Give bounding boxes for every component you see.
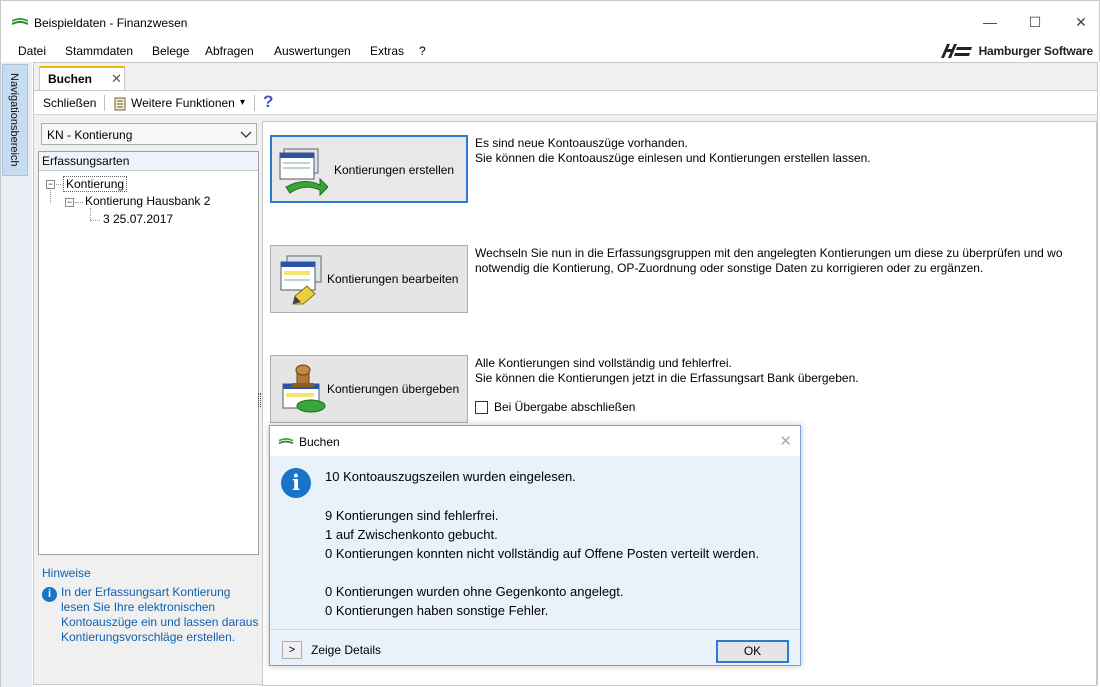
dialog-line: 1 auf Zwischenkonto gebucht. bbox=[325, 527, 498, 542]
tree-connector bbox=[90, 220, 100, 221]
dialog-headline: 10 Kontoauszugszeilen wurden eingelesen. bbox=[325, 469, 576, 484]
combo-value: KN - Kontierung bbox=[47, 128, 133, 142]
left-panel: KN - Kontierung Erfassungsarten − Kontie… bbox=[38, 121, 260, 686]
panel-splitter[interactable] bbox=[258, 393, 261, 407]
create-postings-button[interactable]: Kontierungen erstellen bbox=[270, 135, 468, 203]
scroll-functions-icon bbox=[114, 97, 126, 111]
minimize-button[interactable]: — bbox=[976, 11, 1004, 33]
menu-datei[interactable]: Datei bbox=[18, 44, 46, 58]
menu-belege[interactable]: Belege bbox=[152, 44, 189, 58]
edit-postings-label: Kontierungen bearbeiten bbox=[327, 272, 459, 286]
transfer-postings-desc-2: Sie können die Kontierungen jetzt in die… bbox=[475, 371, 859, 385]
title-bar: Beispieldaten - Finanzwesen — ☐ ✕ bbox=[0, 0, 1100, 40]
collapse-kontierung-icon[interactable]: − bbox=[46, 180, 55, 189]
create-postings-icon bbox=[279, 148, 328, 197]
tree-view: Erfassungsarten − Kontierung − Kontierun… bbox=[38, 151, 259, 555]
close-on-transfer-label: Bei Übergabe abschließen bbox=[494, 400, 636, 414]
close-on-transfer-option[interactable]: Bei Übergabe abschließen bbox=[475, 400, 635, 414]
dialog-line: 9 Kontierungen sind fehlerfrei. bbox=[325, 508, 499, 523]
menu-extras[interactable]: Extras bbox=[370, 44, 404, 58]
create-postings-label: Kontierungen erstellen bbox=[334, 163, 455, 177]
dialog-line: 0 Kontierungen konnten nicht vollständig… bbox=[325, 546, 760, 561]
brand-logo: Hamburger Software bbox=[939, 42, 1093, 60]
tab-close-icon[interactable]: ✕ bbox=[111, 71, 122, 87]
collapse-hausbank-icon[interactable]: − bbox=[65, 198, 74, 207]
menu-bar: Datei Stammdaten Belege Abfragen Auswert… bbox=[0, 40, 1100, 62]
help-icon[interactable]: ? bbox=[263, 92, 273, 112]
hints-text: In der Erfassungsart Kontierung lesen Si… bbox=[61, 585, 259, 644]
toolbar-separator bbox=[254, 95, 255, 111]
tree-node-hausbank[interactable]: Kontierung Hausbank 2 bbox=[85, 194, 210, 208]
close-on-transfer-checkbox[interactable] bbox=[475, 400, 488, 414]
dialog-footer: > Zeige Details OK bbox=[270, 629, 800, 665]
brand-name: Hamburger Software bbox=[978, 44, 1094, 58]
show-details-label[interactable]: Zeige Details bbox=[311, 643, 381, 657]
toolbar-separator bbox=[104, 95, 105, 111]
window-title: Beispieldaten - Finanzwesen bbox=[34, 16, 188, 30]
info-icon: i bbox=[281, 468, 311, 498]
tree-connector bbox=[75, 202, 83, 203]
dialog-body: i 10 Kontoauszugszeilen wurden eingelese… bbox=[270, 456, 800, 629]
tab-label: Buchen bbox=[48, 72, 93, 86]
dialog-title-bar: Buchen ✕ bbox=[270, 426, 800, 456]
transfer-postings-button[interactable]: Kontierungen übergeben bbox=[270, 355, 468, 423]
show-details-button[interactable]: > bbox=[282, 641, 302, 659]
hints-header: Hinweise bbox=[42, 566, 91, 580]
create-postings-desc-2: Sie können die Kontoauszüge einlesen und… bbox=[475, 151, 871, 165]
create-postings-desc-1: Es sind neue Kontoauszüge vorhanden. bbox=[475, 136, 688, 150]
navigation-area-label: Navigationsbereich bbox=[8, 73, 20, 167]
dialog-app-logo-icon bbox=[278, 437, 294, 445]
menu-auswertungen[interactable]: Auswertungen bbox=[274, 44, 351, 58]
info-icon: i bbox=[42, 587, 57, 602]
tree-node-leaf[interactable]: 3 25.07.2017 bbox=[103, 212, 173, 226]
toolbar: Schließen Weitere Funktionen ▾ ? bbox=[34, 90, 1097, 115]
ok-button[interactable]: OK bbox=[716, 640, 789, 663]
dialog-line: 0 Kontierungen wurden ohne Gegenkonto an… bbox=[325, 584, 624, 599]
edit-postings-desc-2: notwendig die Kontierung, OP-Zuordnung o… bbox=[475, 261, 984, 275]
more-functions-dropdown-icon[interactable]: ▾ bbox=[240, 97, 245, 108]
tree-header: Erfassungsarten bbox=[39, 152, 258, 171]
close-window-button[interactable]: ✕ bbox=[1067, 11, 1095, 33]
tree-connector bbox=[90, 208, 91, 220]
tree-connector bbox=[50, 190, 51, 203]
menu-abfragen[interactable]: Abfragen bbox=[205, 44, 254, 58]
erfassungsart-select[interactable]: KN - Kontierung bbox=[41, 123, 257, 145]
dialog-close-icon[interactable]: ✕ bbox=[779, 432, 792, 450]
dialog-title: Buchen bbox=[299, 435, 340, 449]
chevron-down-icon bbox=[240, 131, 252, 138]
edit-postings-icon bbox=[280, 255, 322, 305]
hs-logo-icon bbox=[940, 44, 972, 58]
transfer-postings-label: Kontierungen übergeben bbox=[327, 382, 460, 396]
edit-postings-desc-1: Wechseln Sie nun in die Erfassungsgruppe… bbox=[475, 246, 1063, 260]
tab-buchen[interactable]: Buchen ✕ bbox=[39, 66, 125, 90]
edit-postings-button[interactable]: Kontierungen bearbeiten bbox=[270, 245, 468, 313]
more-functions-button[interactable]: Weitere Funktionen bbox=[131, 96, 235, 110]
menu-stammdaten[interactable]: Stammdaten bbox=[65, 44, 133, 58]
dialog-line: 0 Kontierungen haben sonstige Fehler. bbox=[325, 603, 549, 618]
navigation-area-toggle[interactable]: Navigationsbereich bbox=[2, 64, 28, 176]
tree-connector bbox=[56, 184, 63, 185]
stamp-postings-icon bbox=[282, 364, 326, 413]
transfer-postings-desc-1: Alle Kontierungen sind vollständig und f… bbox=[475, 356, 732, 370]
tree-node-kontierung[interactable]: Kontierung bbox=[63, 176, 128, 192]
close-button[interactable]: Schließen bbox=[43, 96, 96, 110]
maximize-button[interactable]: ☐ bbox=[1021, 11, 1049, 33]
menu-help[interactable]: ? bbox=[419, 44, 426, 58]
app-logo-icon bbox=[12, 18, 28, 25]
buchen-dialog: Buchen ✕ i 10 Kontoauszugszeilen wurden … bbox=[269, 425, 801, 666]
